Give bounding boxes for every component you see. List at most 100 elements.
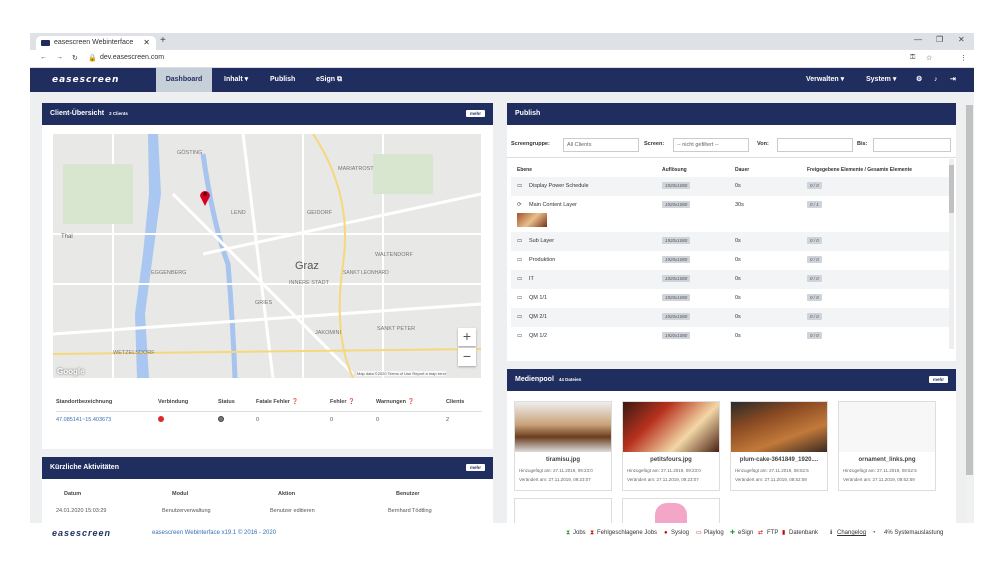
bis-date-input[interactable]	[873, 138, 951, 152]
nav-inhalt[interactable]: Inhalt ▾	[216, 68, 256, 92]
zoom-out-button[interactable]: −	[458, 348, 476, 366]
logout-icon[interactable]: ⇥	[942, 68, 964, 92]
footer-database[interactable]: Datenbank	[789, 523, 818, 543]
media-item[interactable]: plum-cake-3641849_1920.... Hinzugefügt am…	[730, 401, 828, 491]
footer-logo: easescreen	[52, 528, 112, 538]
screen-select[interactable]	[673, 138, 749, 152]
activity-table: Datum Modul Aktion Benutzer 24.01.2020 1…	[42, 487, 493, 517]
reload-icon[interactable]: ↻	[72, 54, 78, 62]
layer-row[interactable]: ▭ Sub Layer 1920x1080 0s 0 / 0	[511, 232, 949, 251]
zoom-in-button[interactable]: +	[458, 328, 476, 346]
footer-changelog[interactable]: Changelog	[837, 523, 866, 543]
footer-failed-jobs[interactable]: Fehlgeschlagene Jobs	[597, 523, 657, 543]
media-changed: Verändert am: 27.11.2019, 09:23:07	[627, 477, 699, 482]
publish-scrollbar[interactable]	[949, 159, 954, 349]
col-header: Ebene	[517, 167, 533, 173]
layer-name[interactable]: QM 1/2	[529, 333, 547, 339]
layer-name[interactable]: Main Content Layer	[529, 202, 577, 208]
menu-icon[interactable]: ⋮	[960, 54, 967, 62]
layer-row[interactable]: ▭ QM 2/1 1920x1080 0s 0 / 0	[511, 308, 949, 327]
folder-icon: ▭	[517, 333, 523, 339]
resolution-chip: 1920x1080	[662, 182, 691, 189]
new-tab-icon[interactable]: +	[160, 35, 166, 46]
layer-row[interactable]: ▭ Display Power Schedule 1920x1080 0s 0 / 0	[511, 177, 949, 196]
media-header: Medienpool 44 Dateien mehr	[507, 369, 956, 391]
map-label: WETZELSDORF	[113, 350, 155, 356]
layer-name[interactable]: Sub Layer	[529, 238, 554, 244]
activity-panel: Kürzliche Aktivitäten mehr Datum Modul Ak…	[42, 457, 493, 523]
nav-system[interactable]: System ▾	[858, 68, 904, 92]
key-icon[interactable]: ⚿	[910, 54, 915, 62]
footer-esign[interactable]: eSign	[738, 523, 753, 543]
back-icon[interactable]: ←	[40, 54, 47, 61]
folder-icon: ▭	[517, 314, 523, 320]
media-name: petitsfours.jpg	[650, 457, 692, 463]
footer-syslog[interactable]: Syslog	[671, 523, 689, 543]
map-canvas	[53, 134, 481, 378]
google-logo: Google	[57, 367, 85, 376]
screen-label: Screen:	[644, 141, 665, 147]
layer-row[interactable]: ▭ QM 1/1 1920x1080 0s 0 / 0	[511, 289, 949, 308]
connection-status-icon	[158, 416, 164, 422]
layer-thumbnail	[517, 213, 547, 227]
layer-row[interactable]: ▭ Produktion 1920x1080 0s 0 / 0	[511, 251, 949, 270]
page-scrollbar[interactable]	[966, 103, 973, 523]
map-label: LEND	[231, 210, 246, 216]
media-item[interactable]: ornament_links.png Hinzugefügt am: 27.11.…	[838, 401, 936, 491]
footer-playlog[interactable]: Playlog	[704, 523, 724, 543]
nav-verwalten[interactable]: Verwalten ▾	[798, 68, 852, 92]
media-name: tiramisu.jpg	[545, 457, 580, 463]
tab-bar: easescreen Webinterface ✕ + — ❐ ✕	[30, 33, 974, 50]
url-field[interactable]: dev.easescreen.com	[100, 54, 164, 61]
layer-name[interactable]: IT	[529, 276, 534, 282]
maximize-icon[interactable]: ❐	[936, 35, 943, 44]
resolution-chip: 1920x1080	[662, 275, 691, 282]
client-mehr-button[interactable]: mehr	[465, 110, 485, 117]
media-mehr-button[interactable]: mehr	[928, 376, 948, 383]
layer-name[interactable]: Display Power Schedule	[529, 183, 589, 189]
layer-row[interactable]: ▭ IT 1920x1080 0s 0 / 0	[511, 270, 949, 289]
close-tab-icon[interactable]: ✕	[143, 36, 150, 50]
tab-title: easescreen Webinterface	[54, 39, 134, 46]
map-view[interactable]: GÖSTING MARIATROST LEND GEIDORF Thal WAL…	[53, 134, 481, 378]
media-name: plum-cake-3641849_1920....	[739, 457, 819, 463]
map-label: GEIDORF	[307, 210, 333, 216]
ratio-chip: 0 / 0	[807, 237, 822, 244]
map-attribution[interactable]: Map data ©2020 Terms of Use Report a map…	[357, 371, 447, 376]
layer-row[interactable]: ▭ QM 1/2 1920x1080 0s 0 / 0	[511, 327, 949, 346]
ratio-chip: 0 / 1	[807, 201, 822, 208]
map-marker-icon[interactable]	[199, 188, 211, 206]
screengruppe-select[interactable]	[563, 138, 639, 152]
layer-name[interactable]: QM 2/1	[529, 314, 547, 320]
activity-mehr-button[interactable]: mehr	[465, 464, 485, 471]
client-count: 2 Clients	[109, 111, 128, 116]
client-overview-panel: Client-Übersicht 2 Clients mehr GÖSTING MA…	[42, 103, 493, 449]
client-location-link[interactable]: 47.085141~15.403673	[56, 417, 111, 423]
media-item[interactable]: petitsfours.jpg Hinzugefügt am: 27.11.201…	[622, 401, 720, 491]
col-header: Warnungen ❓	[376, 399, 415, 405]
star-icon[interactable]: ☆	[926, 54, 932, 62]
layer-row[interactable]: ⟳ Main Content Layer 1920x1080 30s 0 / 1	[511, 196, 949, 230]
footer-ftp[interactable]: FTP	[767, 523, 778, 543]
media-count: 44 Dateien	[558, 377, 582, 382]
browser-tab[interactable]: easescreen Webinterface ✕	[36, 36, 156, 50]
window-close-icon[interactable]: ✕	[958, 35, 965, 44]
layer-name[interactable]: Produktion	[529, 257, 555, 263]
duration: 0s	[735, 276, 741, 282]
minimize-icon[interactable]: —	[914, 35, 922, 44]
resolution-chip: 1920x1080	[662, 201, 691, 208]
app-logo[interactable]: easescreen	[52, 75, 119, 85]
nav-esign[interactable]: eSign ⧉	[308, 68, 350, 92]
nav-publish[interactable]: Publish	[262, 68, 303, 92]
footer-jobs[interactable]: Jobs	[573, 523, 586, 543]
forward-icon[interactable]: →	[56, 54, 63, 61]
folder-icon: ▭	[517, 295, 523, 301]
von-date-input[interactable]	[777, 138, 853, 152]
activity-header: Kürzliche Aktivitäten mehr	[42, 457, 493, 479]
col-header: Benutzer	[396, 491, 420, 497]
folder-icon: ▭	[517, 257, 523, 263]
media-item[interactable]: tiramisu.jpg Hinzugefügt am: 27.11.2019, …	[514, 401, 612, 491]
folder-icon: ▭	[517, 276, 523, 282]
layer-name[interactable]: QM 1/1	[529, 295, 547, 301]
nav-dashboard[interactable]: Dashboard	[156, 68, 212, 92]
